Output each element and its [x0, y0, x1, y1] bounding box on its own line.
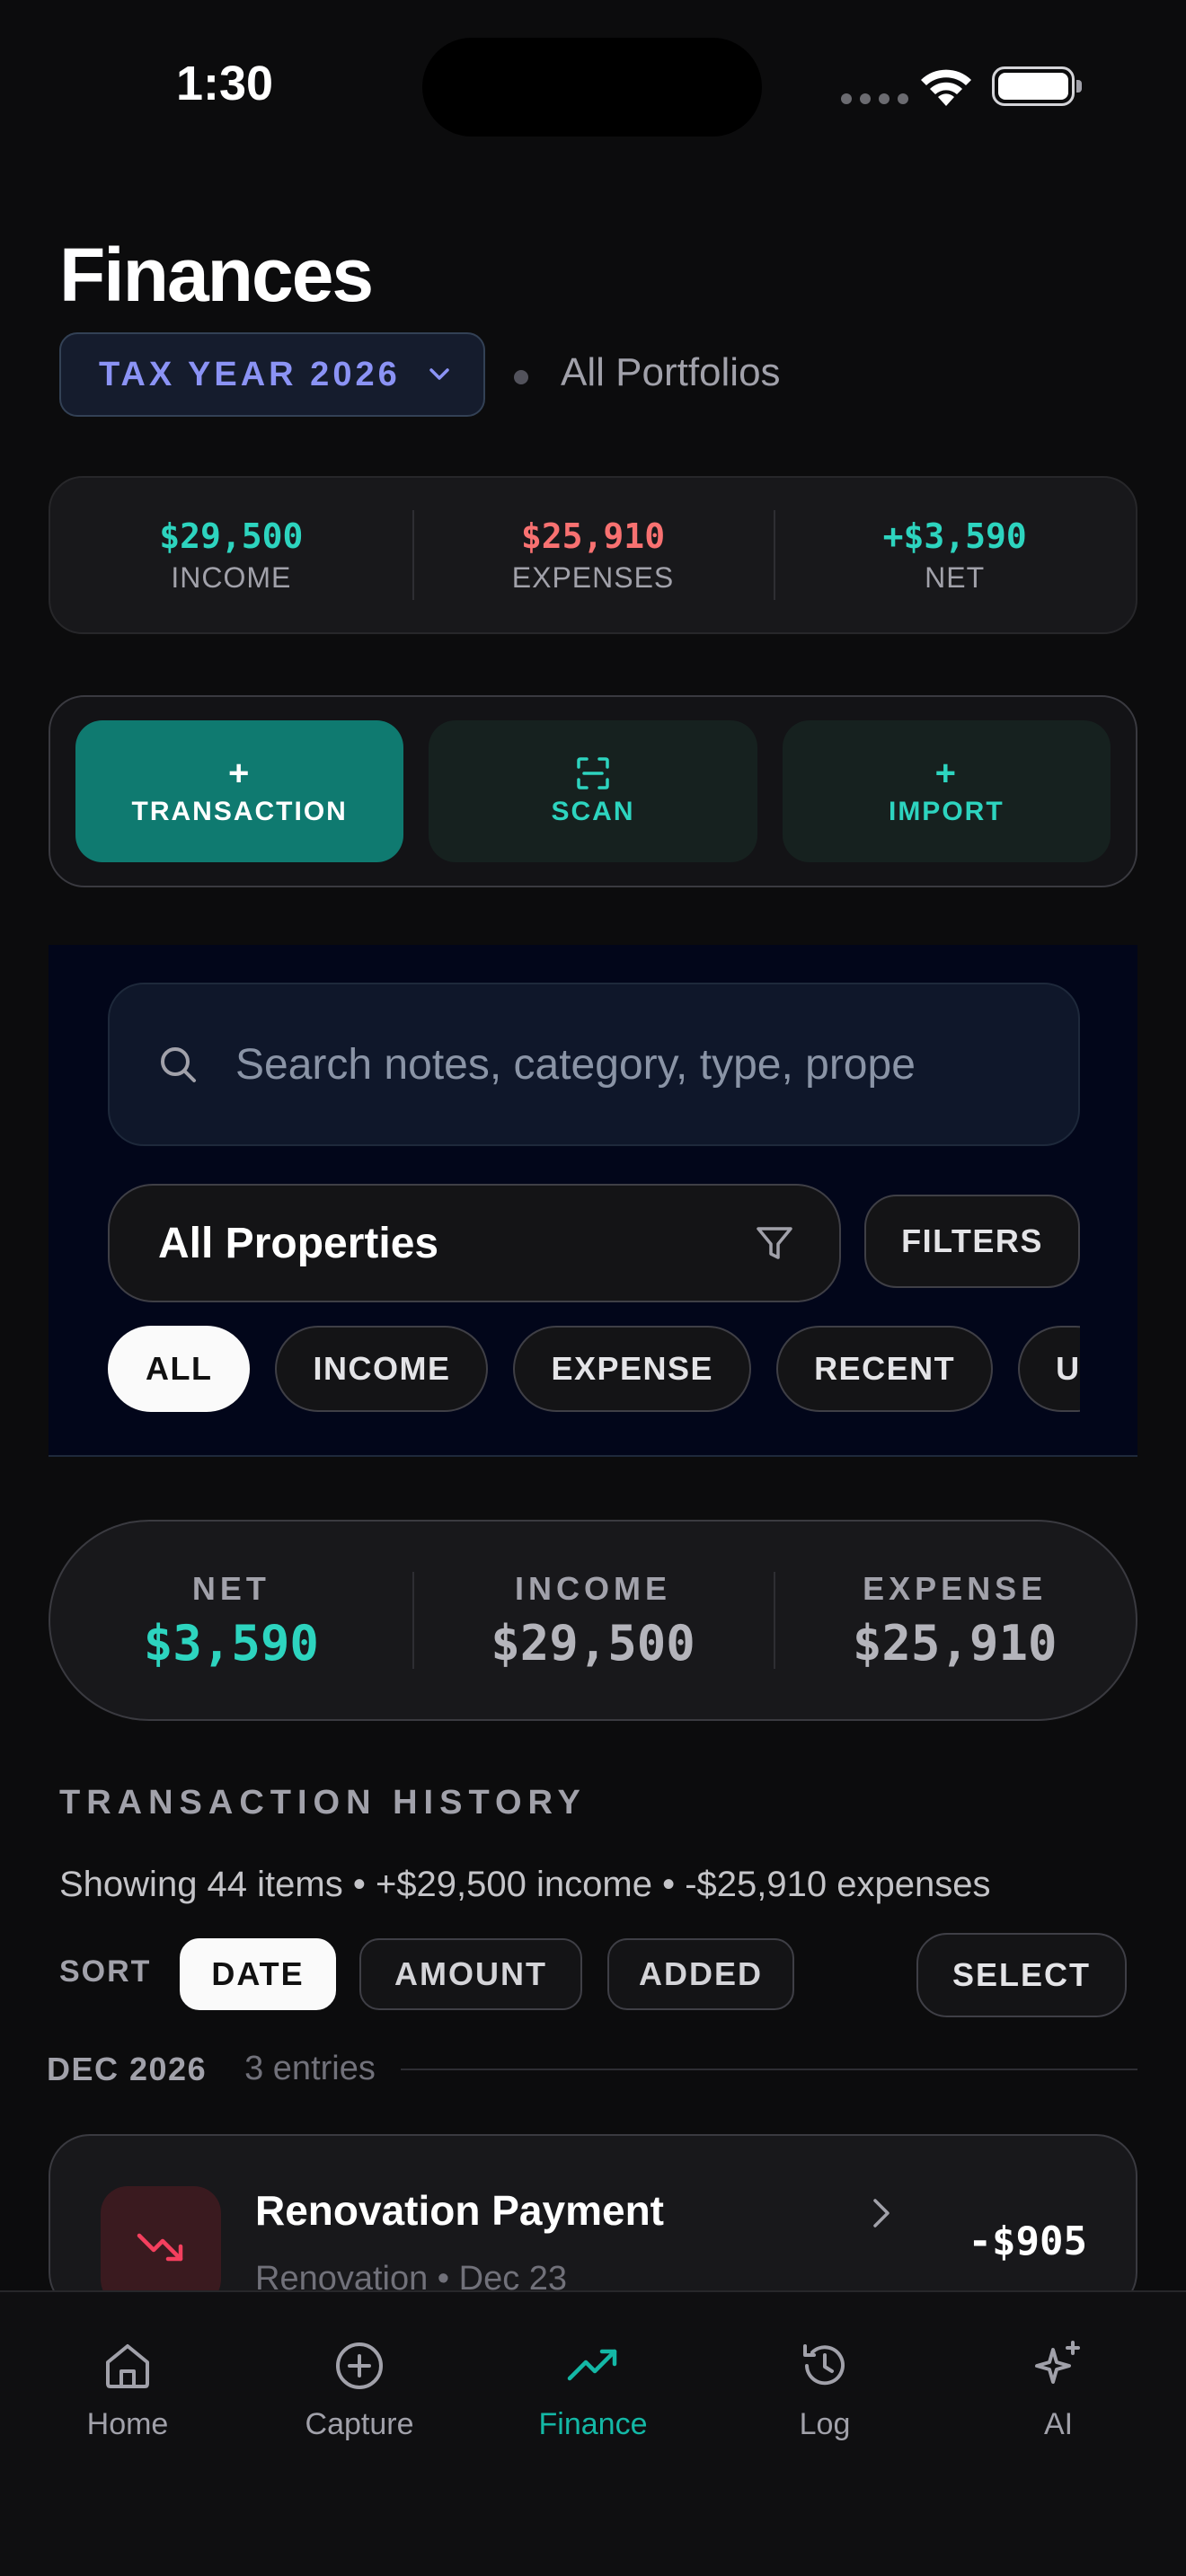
sort-date-button[interactable]: DATE — [180, 1938, 336, 2010]
import-button[interactable]: + IMPORT — [782, 720, 1111, 862]
tab-finance[interactable]: Finance — [503, 2337, 683, 2442]
scan-label: SCAN — [551, 797, 635, 826]
totals-income-value: $29,500 — [491, 1614, 695, 1672]
chip-income[interactable]: INCOME — [275, 1326, 489, 1412]
search-icon — [161, 1047, 196, 1082]
plus-circle-icon — [336, 2342, 383, 2389]
chip-truncated[interactable]: U — [1018, 1326, 1080, 1412]
search-placeholder: Search notes, category, type, prope — [235, 1040, 916, 1089]
tab-capture[interactable]: Capture — [270, 2337, 449, 2442]
month-count: 3 entries — [244, 2050, 376, 2087]
filter-funnel-icon — [757, 1227, 792, 1259]
summary-income: $29,500 INCOME — [50, 478, 412, 632]
import-label: IMPORT — [888, 797, 1005, 826]
divider — [400, 2068, 1137, 2070]
chip-expense[interactable]: EXPENSE — [513, 1326, 752, 1412]
history-summary: Showing 44 items • +$29,500 income • -$2… — [59, 1865, 991, 1904]
totals-net-label: NET — [191, 1569, 270, 1607]
chevron-right-icon — [873, 2199, 890, 2228]
tax-year-selector[interactable]: TAX YEAR 2026 — [59, 332, 485, 417]
tax-year-label: TAX YEAR 2026 — [99, 355, 401, 393]
chevron-down-icon — [429, 368, 449, 380]
plus-icon: + — [934, 754, 958, 793]
wifi-icon — [921, 69, 971, 106]
totals-net-value: $3,590 — [143, 1614, 319, 1672]
battery-icon — [992, 66, 1082, 106]
select-button[interactable]: SELECT — [916, 1933, 1127, 2017]
summary-income-value: $29,500 — [159, 516, 304, 556]
trending-down-icon — [101, 2186, 221, 2307]
history-title: TRANSACTION HISTORY — [59, 1784, 587, 1822]
chip-recent[interactable]: RECENT — [776, 1326, 994, 1412]
summary-net-label: NET — [925, 560, 986, 594]
separator-dot — [514, 370, 528, 384]
trending-up-icon — [567, 2349, 617, 2381]
property-select-label: All Properties — [158, 1219, 439, 1267]
tab-home-label: Home — [86, 2407, 169, 2441]
dynamic-island — [422, 38, 762, 137]
scan-button[interactable]: SCAN — [429, 720, 757, 862]
tab-capture-label: Capture — [305, 2407, 414, 2441]
add-transaction-label: TRANSACTION — [131, 797, 348, 826]
summary-card: $29,500 INCOME $25,910 EXPENSES +$3,590 … — [49, 476, 1137, 634]
plus-icon: + — [227, 754, 252, 793]
summary-net: +$3,590 NET — [774, 478, 1136, 632]
add-transaction-button[interactable]: + TRANSACTION — [75, 720, 404, 862]
totals-expense-value: $25,910 — [852, 1614, 1058, 1672]
tab-log-label: Log — [799, 2407, 851, 2441]
totals-expense-label: EXPENSE — [863, 1569, 1048, 1607]
summary-income-label: INCOME — [171, 560, 292, 594]
summary-expenses-value: $25,910 — [520, 516, 666, 556]
filter-panel: Search notes, category, type, prope All … — [49, 945, 1137, 1457]
totals-pill: NET $3,590 INCOME $29,500 EXPENSE $25,91… — [49, 1520, 1137, 1721]
totals-expense: EXPENSE $25,910 — [774, 1522, 1136, 1719]
cellular-signal-icon — [841, 93, 908, 104]
summary-expenses-label: EXPENSES — [511, 560, 675, 594]
transaction-row[interactable]: Renovation Payment Renovation • Dec 23 -… — [49, 2134, 1137, 2314]
transaction-amount: -$905 — [968, 2219, 1087, 2264]
tab-log[interactable]: Log — [735, 2337, 915, 2442]
tab-bar: Home Capture Finance Log AI — [0, 2290, 1186, 2576]
summary-net-value: +$3,590 — [882, 516, 1027, 556]
search-input[interactable]: Search notes, category, type, prope — [108, 983, 1080, 1146]
page-title: Finances — [59, 233, 374, 317]
transaction-title: Renovation Payment — [255, 2187, 664, 2234]
summary-expenses: $25,910 EXPENSES — [412, 478, 774, 632]
action-bar: + TRANSACTION SCAN + IMPORT — [49, 695, 1137, 887]
status-time: 1:30 — [176, 57, 274, 110]
scan-icon — [577, 757, 609, 790]
totals-income: INCOME $29,500 — [412, 1522, 774, 1719]
filters-button[interactable]: FILTERS — [864, 1195, 1080, 1288]
sort-row: SORT DATE AMOUNT ADDED SELECT — [59, 1933, 1127, 2017]
totals-net: NET $3,590 — [50, 1522, 412, 1719]
sort-added-button[interactable]: ADDED — [607, 1938, 794, 2010]
property-select[interactable]: All Properties — [108, 1184, 841, 1302]
portfolio-label[interactable]: All Portfolios — [561, 350, 781, 395]
sort-label: SORT — [59, 1954, 152, 1989]
chip-all[interactable]: ALL — [108, 1326, 251, 1412]
tab-finance-label: Finance — [538, 2407, 648, 2441]
tab-ai[interactable]: AI — [969, 2337, 1148, 2442]
home-icon — [106, 2344, 149, 2388]
totals-income-label: INCOME — [515, 1569, 671, 1607]
sort-amount-button[interactable]: AMOUNT — [359, 1938, 582, 2010]
type-chip-row: ALL INCOME EXPENSE RECENT U — [108, 1326, 1080, 1412]
month-label: DEC 2026 — [47, 2050, 208, 2087]
history-icon — [803, 2344, 845, 2386]
tab-home[interactable]: Home — [38, 2337, 217, 2442]
month-header: DEC 2026 3 entries — [47, 2050, 1137, 2088]
tab-ai-label: AI — [1043, 2407, 1074, 2441]
sparkles-icon — [1035, 2341, 1080, 2384]
